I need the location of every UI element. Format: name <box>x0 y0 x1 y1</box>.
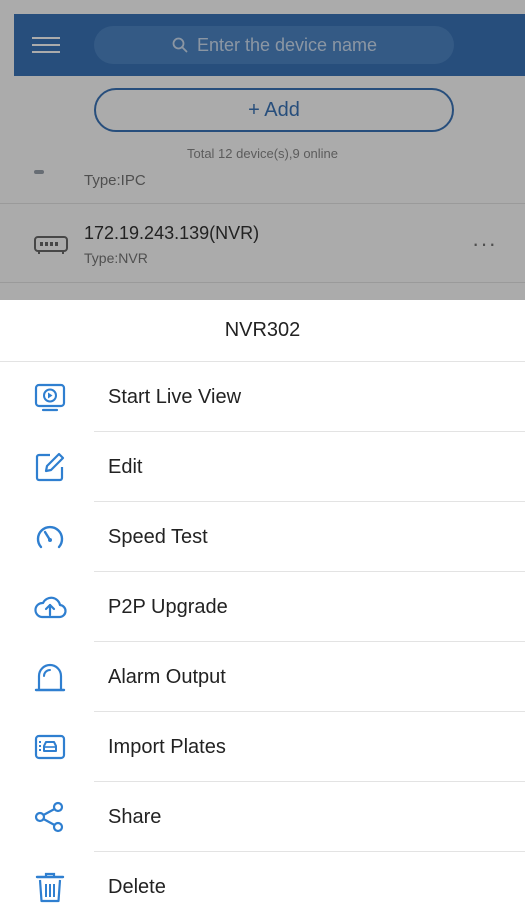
car-plate-icon <box>34 734 66 760</box>
item-label: P2P Upgrade <box>108 595 228 618</box>
device-list-screen: Enter the device name + Add Total 12 dev… <box>0 0 525 300</box>
alarm-output-button[interactable]: Alarm Output <box>0 642 525 712</box>
item-label: Start Live View <box>108 385 242 408</box>
item-label: Edit <box>108 455 143 478</box>
edit-button[interactable]: Edit <box>0 432 525 502</box>
cloud-upload-icon <box>34 596 67 619</box>
sheet-title: NVR302 <box>0 300 525 362</box>
start-live-view-button[interactable]: Start Live View <box>0 362 525 432</box>
share-button[interactable]: Share <box>0 782 525 852</box>
item-label: Share <box>108 805 162 828</box>
live-view-icon <box>34 383 66 412</box>
share-icon <box>34 801 64 833</box>
trash-icon <box>35 872 65 903</box>
item-label: Delete <box>108 875 166 898</box>
item-label: Speed Test <box>108 525 208 548</box>
import-plates-button[interactable]: Import Plates <box>0 712 525 782</box>
edit-icon <box>35 452 65 482</box>
action-sheet: NVR302 Start Live View Edit Speed Test P… <box>0 300 525 918</box>
item-label: Import Plates <box>108 735 226 758</box>
alarm-light-icon <box>34 663 66 692</box>
delete-button[interactable]: Delete <box>0 852 525 918</box>
item-label: Alarm Output <box>108 665 226 688</box>
dim-overlay[interactable] <box>0 0 525 300</box>
p2p-upgrade-button[interactable]: P2P Upgrade <box>0 572 525 642</box>
speed-test-button[interactable]: Speed Test <box>0 502 525 572</box>
speedometer-icon <box>36 525 64 549</box>
